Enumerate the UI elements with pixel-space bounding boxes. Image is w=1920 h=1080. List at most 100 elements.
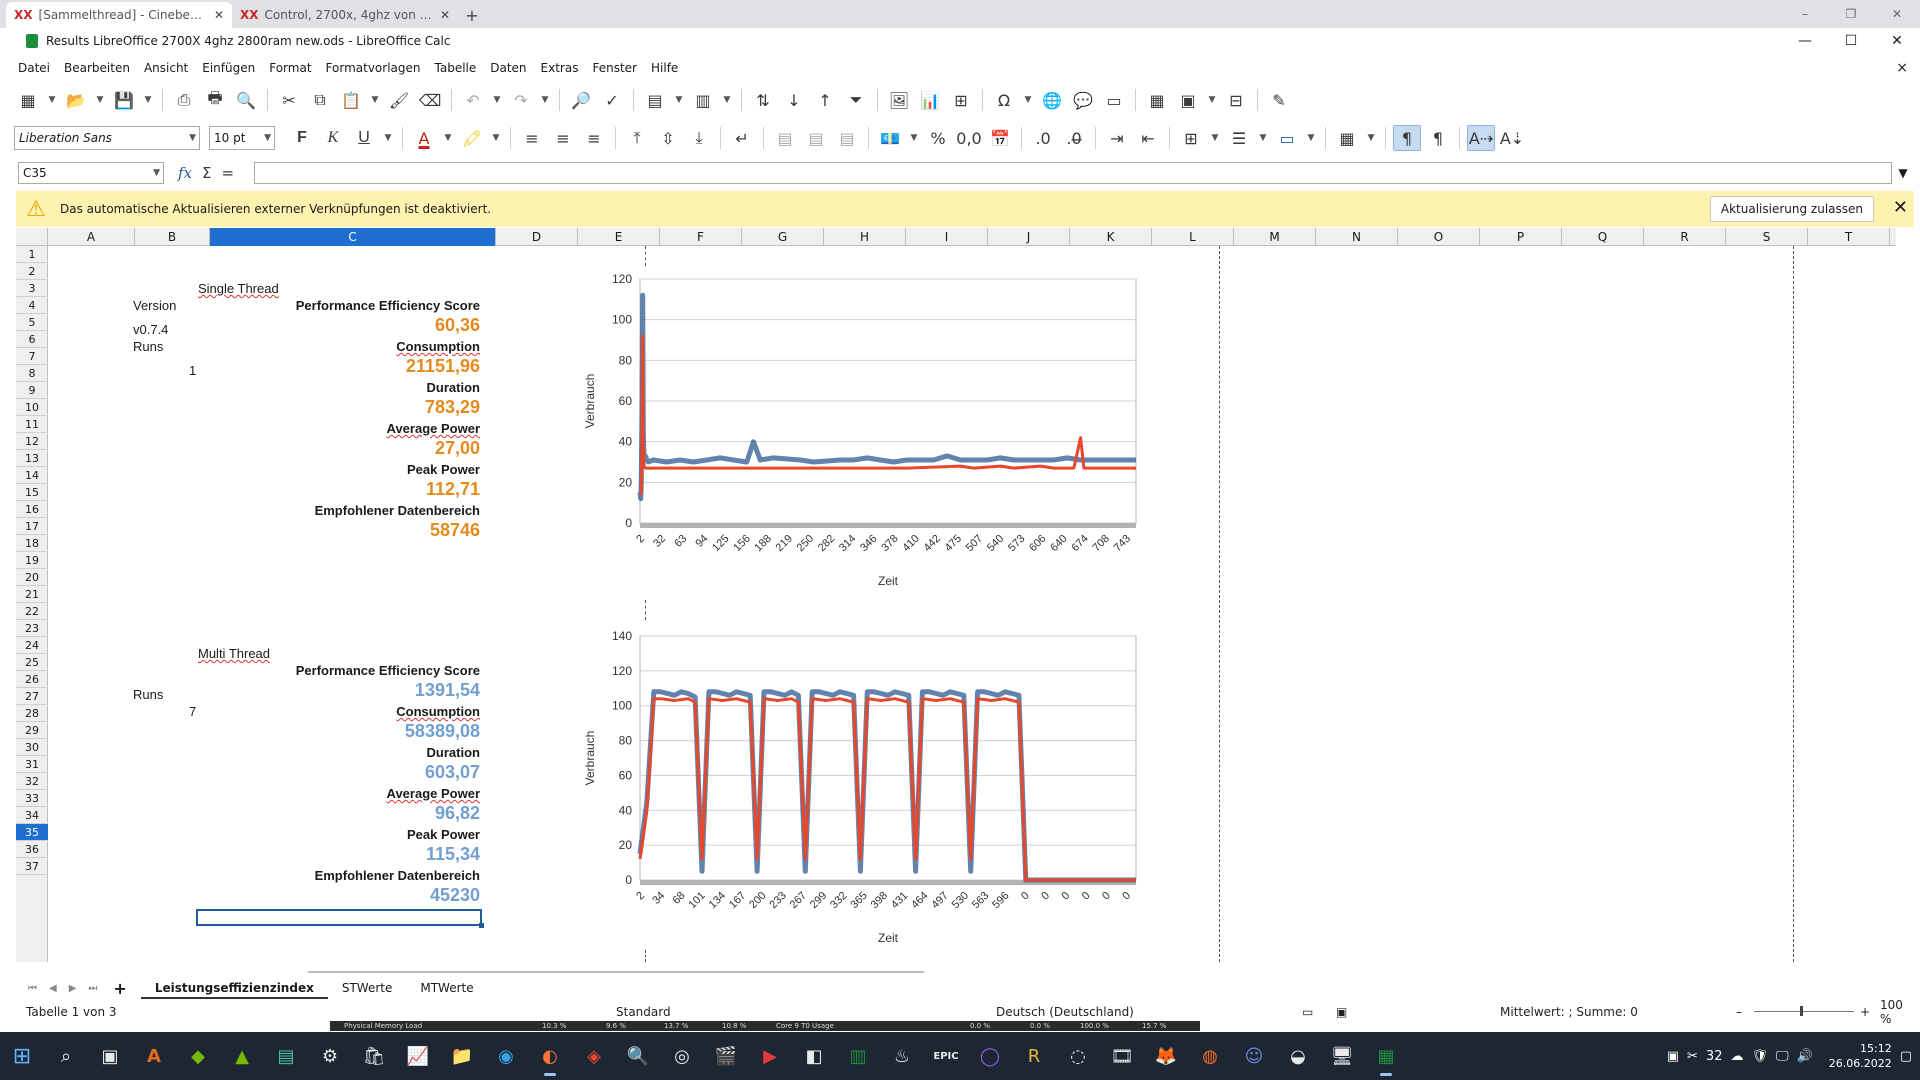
row-header-14[interactable]: 14 [16, 467, 48, 484]
settings-gear-icon[interactable]: ⚙ [308, 1032, 352, 1080]
cut-icon[interactable]: ✂ [275, 87, 303, 113]
font-name-box[interactable]: Liberation Sans ▼ [14, 126, 200, 150]
borders-icon[interactable]: ⊞ [1177, 125, 1205, 151]
close-tab-icon[interactable]: ✕ [440, 8, 450, 22]
text-direction-ttb-icon[interactable]: A⇣ [1498, 125, 1526, 151]
row-header-24[interactable]: 24 [16, 637, 48, 654]
obs-icon[interactable]: ◎ [660, 1032, 704, 1080]
align-top-icon[interactable]: ⤒ [623, 125, 651, 151]
formula-icon[interactable]: = [222, 164, 235, 182]
border-style-icon[interactable]: ☰ [1225, 125, 1253, 151]
sort-icon[interactable]: ⇅ [749, 87, 777, 113]
font-size-box[interactable]: 10 pt ▼ [209, 126, 275, 150]
menu-einfuegen[interactable]: Einfügen [202, 61, 255, 75]
ryzen-master-icon[interactable]: ◈ [572, 1032, 616, 1080]
export-pdf-icon[interactable]: ⎙ [170, 87, 198, 113]
geforce-icon[interactable]: ▲ [220, 1032, 264, 1080]
maximize-button[interactable]: ☐ [1828, 28, 1874, 54]
merge-cells-icon[interactable]: ▤ [802, 125, 830, 151]
align-middle-icon[interactable]: ⇳ [654, 125, 682, 151]
autofilter-icon[interactable]: ⏷ [842, 87, 870, 113]
align-left-icon[interactable]: ≡ [518, 125, 546, 151]
row-header-4[interactable]: 4 [16, 297, 48, 314]
paste-icon[interactable]: 📋 [337, 87, 365, 113]
sheet-tab-leistungseffizienzindex[interactable]: Leistungseffizienzindex [140, 977, 328, 999]
row-header-32[interactable]: 32 [16, 773, 48, 790]
epic-games-icon[interactable]: EPIC [924, 1032, 968, 1080]
clone-formatting-icon[interactable]: 🖌 [385, 87, 413, 113]
delete-decimal-icon[interactable]: .0̶ [1060, 125, 1088, 151]
menu-extras[interactable]: Extras [541, 61, 579, 75]
excel-like-icon[interactable]: ▥ [836, 1032, 880, 1080]
notifications-icon[interactable]: ▢ [1900, 1049, 1912, 1064]
menu-formatvorlagen[interactable]: Formatvorlagen [326, 61, 421, 75]
copy-icon[interactable]: ⧉ [306, 87, 334, 113]
row-header-10[interactable]: 10 [16, 399, 48, 416]
print-preview-icon[interactable]: 🔍 [232, 87, 260, 113]
browser-restore-button[interactable]: ❐ [1828, 0, 1874, 28]
column-header-s[interactable]: S [1726, 228, 1808, 246]
column-header-d[interactable]: D [496, 228, 578, 246]
column-header-k[interactable]: K [1070, 228, 1152, 246]
pivot-table-icon[interactable]: ⊞ [947, 87, 975, 113]
currency-format-icon[interactable]: 💶 [876, 125, 904, 151]
row-header-15[interactable]: 15 [16, 484, 48, 501]
row-header-20[interactable]: 20 [16, 569, 48, 586]
row-header-25[interactable]: 25 [16, 654, 48, 671]
column-header-g[interactable]: G [742, 228, 824, 246]
insert-image-icon[interactable]: 🖼 [885, 87, 913, 113]
row-header-28[interactable]: 28 [16, 705, 48, 722]
nvidia-icon[interactable]: ◆ [176, 1032, 220, 1080]
zoom-slider[interactable] [1754, 1011, 1854, 1012]
column-header-m[interactable]: M [1234, 228, 1316, 246]
store-icon[interactable]: 🛍 [352, 1032, 396, 1080]
monitor-app-icon[interactable]: 📈 [396, 1032, 440, 1080]
new-dropdown-icon[interactable]: ▼ [45, 87, 59, 113]
row-header-29[interactable]: 29 [16, 722, 48, 739]
row-header-5[interactable]: 5 [16, 314, 48, 331]
clock[interactable]: 15:12 26.06.2022 [1829, 1041, 1892, 1071]
column-header-l[interactable]: L [1152, 228, 1234, 246]
close-document-button[interactable]: × [1896, 60, 1908, 76]
zoom-in-button[interactable]: + [1860, 1005, 1870, 1019]
menu-format[interactable]: Format [269, 61, 311, 75]
undo-dropdown-icon[interactable]: ▼ [490, 87, 504, 113]
column-header-c[interactable]: C [210, 228, 496, 246]
sum-icon[interactable]: Σ [202, 164, 211, 182]
underline-button[interactable]: U [350, 125, 378, 151]
single-thread-chart[interactable]: 0 20 40 60 80 100 120 2 32 63 94 125 156 188 219 250 282… [580, 265, 1140, 588]
add-decimal-icon[interactable]: .0 [1029, 125, 1057, 151]
find-replace-icon[interactable]: 🔎 [567, 87, 595, 113]
magnifier-app-icon[interactable]: 🔍 [616, 1032, 660, 1080]
show-draw-functions-icon[interactable]: ✎ [1265, 87, 1293, 113]
save-icon[interactable]: 💾 [110, 87, 138, 113]
browser-close-button[interactable]: ✕ [1874, 0, 1920, 28]
row-dropdown-icon[interactable]: ▼ [672, 87, 686, 113]
split-window-icon[interactable]: ⊟ [1222, 87, 1250, 113]
row-header-26[interactable]: 26 [16, 671, 48, 688]
row-header-7[interactable]: 7 [16, 348, 48, 365]
column-header-n[interactable]: N [1316, 228, 1398, 246]
column-header-h[interactable]: H [824, 228, 906, 246]
paste-dropdown-icon[interactable]: ▼ [368, 87, 382, 113]
menu-daten[interactable]: Daten [490, 61, 526, 75]
text-direction-ltr-icon[interactable]: A⇢ [1467, 125, 1495, 151]
row-icon[interactable]: ▤ [641, 87, 669, 113]
volume-icon[interactable]: 🔊 [1797, 1049, 1813, 1064]
firefox-icon[interactable]: ◐ [528, 1032, 572, 1080]
spelling-icon[interactable]: ✓ [598, 87, 626, 113]
open-dropdown-icon[interactable]: ▼ [93, 87, 107, 113]
align-right-icon[interactable]: ≡ [580, 125, 608, 151]
file-explorer-icon[interactable]: 📁 [440, 1032, 484, 1080]
row-header-8[interactable]: 8 [16, 365, 48, 382]
next-sheet-icon[interactable]: ▶ [69, 983, 77, 994]
column-header-q[interactable]: Q [1562, 228, 1644, 246]
chevron-down-icon[interactable]: ▼ [153, 168, 160, 178]
column-dropdown-icon[interactable]: ▼ [720, 87, 734, 113]
hyperlink-icon[interactable]: 🌐 [1038, 87, 1066, 113]
currency-dropdown-icon[interactable]: ▼ [907, 125, 921, 151]
row-header-19[interactable]: 19 [16, 552, 48, 569]
underline-dropdown-icon[interactable]: ▼ [381, 125, 395, 151]
zoom-level[interactable]: 100 % [1880, 998, 1914, 1026]
close-tab-icon[interactable]: ✕ [214, 8, 224, 22]
